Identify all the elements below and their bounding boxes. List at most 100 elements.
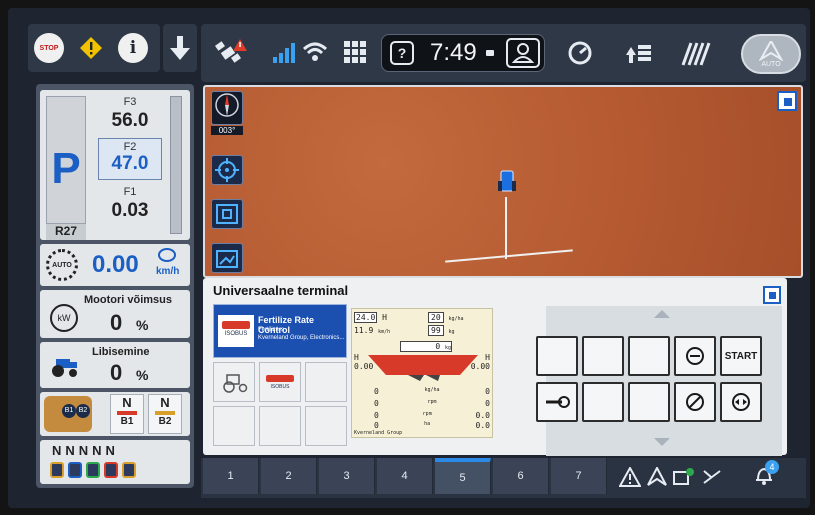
tab-3[interactable]: 3 — [319, 458, 375, 494]
headland-sequence-icon[interactable] — [621, 38, 655, 68]
row1-unit: kg/ha — [424, 387, 440, 393]
tab-6[interactable]: 6 — [493, 458, 549, 494]
implement-logo: ISOBUS — [218, 315, 254, 347]
empty-slot[interactable] — [305, 406, 347, 446]
softkey-minus-button[interactable] — [674, 336, 716, 376]
hitch-b2[interactable]: N B2 — [148, 394, 182, 434]
start-label: START — [724, 350, 758, 362]
valve-icon — [104, 462, 118, 478]
wifi-icon[interactable] — [301, 38, 329, 66]
notifications-bell-icon[interactable]: 4 — [753, 460, 779, 490]
hitch-card: B1 B2 N B1 N B2 — [40, 392, 190, 436]
auto-gear-icon[interactable]: AUTO — [46, 249, 78, 281]
section-control-off-icon[interactable] — [701, 467, 723, 487]
notification-count-badge: 4 — [765, 460, 779, 474]
softkey-empty[interactable] — [536, 336, 578, 376]
tab-label: 6 — [517, 470, 524, 482]
clock-time: 7:49 — [430, 39, 477, 66]
gear-card: P R27 F3 56.0 F2 47.0 F1 0.03 — [40, 90, 190, 240]
help-icon[interactable]: ? — [390, 41, 414, 65]
scroll-down-icon[interactable] — [654, 438, 670, 446]
tractor-outline-icon — [223, 374, 248, 393]
terminal-maximize-icon[interactable] — [763, 286, 781, 304]
map-maximize-inner — [784, 98, 792, 106]
f1-value: 0.03 — [111, 200, 149, 221]
f1-label: F1 — [123, 186, 137, 198]
softkey-empty[interactable] — [628, 382, 670, 422]
user-profile-icon[interactable] — [506, 38, 540, 68]
left-section-readout: H 0.00 — [354, 353, 373, 371]
terminal-title: Universaalne terminal — [213, 283, 349, 298]
right-section-label: H — [485, 353, 490, 362]
data-row: 0 rpm 0 — [374, 399, 490, 408]
hitch-b1-label: B1 — [120, 416, 134, 427]
tab-label: 2 — [285, 470, 292, 482]
softkey-rate-off-button[interactable] — [674, 382, 716, 422]
row2-unit: rpm — [427, 399, 437, 405]
empty-slot[interactable] — [213, 406, 255, 446]
spreader-slot[interactable]: ISOBUS — [259, 362, 301, 402]
work-speed-unit: km/h — [378, 329, 391, 335]
rate-target-readout: 20 kg/ha — [428, 312, 464, 323]
terminal-footer: Kverneland Group — [354, 430, 403, 436]
down-arrow-button[interactable] — [163, 24, 197, 72]
tractor-slot[interactable] — [213, 362, 255, 402]
warning-triangle-icon[interactable] — [619, 467, 641, 487]
hitch-b2-badge: B2 — [76, 404, 90, 418]
gps-satellite-icon[interactable] — [211, 34, 251, 72]
softkey-empty[interactable] — [582, 382, 624, 422]
top-status-bar: ? 7:49 AUTO — [201, 24, 806, 82]
scroll-up-icon[interactable] — [654, 310, 670, 318]
universal-terminal-panel: Universaalne terminal ISOBUS Fertilize R… — [203, 278, 787, 456]
spreader-slot-icon — [266, 375, 294, 382]
tab-2[interactable]: 2 — [261, 458, 317, 494]
bottom-tab-bar: 1 2 3 4 5 6 7 4 — [201, 458, 806, 498]
softkey-empty[interactable] — [582, 336, 624, 376]
isobus-work-screen[interactable]: 24.0 H 11.9 km/h 20 kg/ha 99 kg 0 kg H 0.… — [351, 308, 493, 438]
row3-unit: rpm — [422, 411, 432, 417]
f3-value: 56.0 — [111, 110, 149, 131]
spreader-slot-iso: ISOBUS — [270, 384, 290, 390]
stop-button[interactable]: STOP — [34, 33, 64, 63]
slip-unit: % — [136, 367, 149, 383]
left-section-value: 0.00 — [354, 362, 374, 371]
valve-icon — [86, 462, 100, 478]
tab-7[interactable]: 7 — [551, 458, 607, 494]
start-button[interactable]: START — [720, 336, 762, 376]
field-map[interactable]: 003° — [203, 85, 803, 278]
implement-selected-card[interactable]: ISOBUS Fertilize Rate Control Fertilizer… — [213, 304, 347, 358]
engine-power-title: Mootori võimsus — [84, 294, 173, 306]
field-guidance-icon[interactable] — [679, 36, 715, 70]
hitch-b2-label: B2 — [158, 416, 172, 427]
tab-5[interactable]: 5 — [435, 458, 491, 494]
softkey-section-button[interactable] — [720, 382, 762, 422]
isobus-status-icon[interactable] — [673, 467, 695, 487]
engine-power-value: 0 — [110, 310, 123, 335]
empty-slot[interactable] — [259, 406, 301, 446]
zoom-extent-icon[interactable] — [211, 199, 243, 229]
engine-power-card: Mootori võimsus kW 0 % — [40, 290, 190, 338]
center-position-icon[interactable] — [211, 155, 243, 185]
hitch-b1[interactable]: N B1 — [110, 394, 144, 434]
warning-icon[interactable] — [76, 33, 106, 63]
softkey-empty[interactable] — [628, 336, 670, 376]
steering-status-icon[interactable] — [647, 467, 667, 487]
tab-1[interactable]: 1 — [203, 458, 259, 494]
hitch-icon: B1 B2 — [44, 396, 92, 432]
map-maximize-icon[interactable] — [777, 91, 797, 111]
info-icon[interactable]: i — [118, 33, 148, 63]
speedometer-icon[interactable] — [565, 38, 595, 68]
status-icon-bar: STOP i — [28, 24, 160, 72]
hopper-readout: 0 kg — [400, 341, 452, 352]
tab-4[interactable]: 4 — [377, 458, 433, 494]
compass-icon[interactable] — [211, 91, 243, 125]
engine-power-icon: kW — [50, 304, 78, 332]
work-speed-value: 11.9 — [354, 326, 374, 335]
apps-grid-icon[interactable] — [341, 38, 369, 66]
softkey-settings-button[interactable] — [536, 382, 578, 422]
data-row: 0 ha 0.0 — [374, 421, 490, 430]
auto-steer-button[interactable]: AUTO — [741, 34, 801, 74]
empty-slot[interactable] — [305, 362, 347, 402]
map-settings-icon[interactable] — [211, 243, 243, 273]
terminal-maximize-inner — [769, 292, 776, 299]
